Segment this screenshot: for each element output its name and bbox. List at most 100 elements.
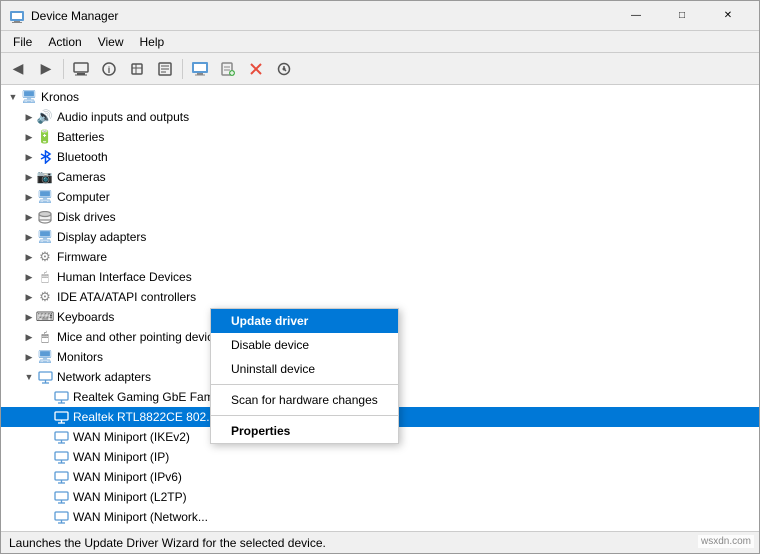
wan-ip-icon bbox=[53, 449, 69, 465]
menu-bar: File Action View Help bbox=[1, 31, 759, 53]
net-rtl-label: Realtek RTL8822CE 802.11... bbox=[73, 410, 232, 424]
batteries-icon: 🔋 bbox=[37, 129, 53, 145]
keyboards-icon: ⌨ bbox=[37, 309, 53, 325]
wan-ip-label: WAN Miniport (IP) bbox=[73, 450, 169, 464]
toolbar-sep2 bbox=[182, 59, 183, 79]
tree-item-ide[interactable]: ▶ ⚙ IDE ATA/ATAPI controllers bbox=[1, 287, 759, 307]
hid-expand[interactable]: ▶ bbox=[21, 269, 37, 285]
tree-item-batteries[interactable]: ▶ 🔋 Batteries bbox=[1, 127, 759, 147]
network-icon bbox=[37, 369, 53, 385]
tree-item-computer[interactable]: ▶ 🖥 Computer bbox=[1, 187, 759, 207]
wan-l2tp-label: WAN Miniport (L2TP) bbox=[73, 490, 187, 504]
status-text: Launches the Update Driver Wizard for th… bbox=[9, 536, 326, 550]
toolbar-sep1 bbox=[63, 59, 64, 79]
tree-item-audio[interactable]: ▶ 🔊 Audio inputs and outputs bbox=[1, 107, 759, 127]
toolbar-scan[interactable] bbox=[124, 56, 150, 82]
menu-help[interactable]: Help bbox=[132, 33, 173, 51]
tree-item-disk[interactable]: ▶ Disk drives bbox=[1, 207, 759, 227]
keyboards-label: Keyboards bbox=[57, 310, 114, 324]
tree-item-wan-ip[interactable]: ▶ WAN Miniport (IP) bbox=[1, 447, 759, 467]
wan-ipv6-label: WAN Miniport (IPv6) bbox=[73, 470, 182, 484]
toolbar-forward[interactable]: ▶ bbox=[33, 56, 59, 82]
firmware-expand[interactable]: ▶ bbox=[21, 249, 37, 265]
wan-l2tp-icon bbox=[53, 489, 69, 505]
toolbar-properties[interactable] bbox=[152, 56, 178, 82]
title-bar-icon bbox=[9, 8, 25, 24]
wan-ipv6-icon bbox=[53, 469, 69, 485]
toolbar: ◀ ▶ i bbox=[1, 53, 759, 85]
tree-root[interactable]: ▼ 🖥 Kronos bbox=[1, 87, 759, 107]
context-sep2 bbox=[211, 415, 398, 416]
tree-item-hid[interactable]: ▶ 🖱 Human Interface Devices bbox=[1, 267, 759, 287]
ide-expand[interactable]: ▶ bbox=[21, 289, 37, 305]
computer-icon: 🖥 bbox=[37, 189, 53, 205]
toolbar-monitor[interactable] bbox=[187, 56, 213, 82]
audio-label: Audio inputs and outputs bbox=[57, 110, 189, 124]
cameras-icon: 📷 bbox=[37, 169, 53, 185]
display-expand[interactable]: ▶ bbox=[21, 229, 37, 245]
menu-file[interactable]: File bbox=[5, 33, 40, 51]
tree-item-wan-network[interactable]: ▶ WAN Miniport (Network... bbox=[1, 507, 759, 527]
ide-label: IDE ATA/ATAPI controllers bbox=[57, 290, 196, 304]
tree-item-wan-ipv6[interactable]: ▶ WAN Miniport (IPv6) bbox=[1, 467, 759, 487]
mice-label: Mice and other pointing devices bbox=[57, 330, 226, 344]
disk-expand[interactable]: ▶ bbox=[21, 209, 37, 225]
batteries-label: Batteries bbox=[57, 130, 104, 144]
context-scan-changes[interactable]: Scan for hardware changes bbox=[211, 388, 398, 412]
network-expand[interactable]: ▼ bbox=[21, 369, 37, 385]
wan-network-icon bbox=[53, 509, 69, 525]
device-manager-window: Device Manager — □ ✕ File Action View He… bbox=[0, 0, 760, 554]
hid-icon: 🖱 bbox=[37, 269, 53, 285]
toolbar-info[interactable]: i bbox=[96, 56, 122, 82]
tree-item-firmware[interactable]: ▶ ⚙ Firmware bbox=[1, 247, 759, 267]
toolbar-update[interactable] bbox=[271, 56, 297, 82]
menu-view[interactable]: View bbox=[90, 33, 132, 51]
toolbar-add[interactable] bbox=[215, 56, 241, 82]
disk-label: Disk drives bbox=[57, 210, 116, 224]
cameras-label: Cameras bbox=[57, 170, 106, 184]
wan-network-label: WAN Miniport (Network... bbox=[73, 510, 208, 524]
computer-label: Computer bbox=[57, 190, 110, 204]
context-update-driver[interactable]: Update driver bbox=[211, 309, 398, 333]
status-bar: Launches the Update Driver Wizard for th… bbox=[1, 531, 759, 553]
context-uninstall-device[interactable]: Uninstall device bbox=[211, 357, 398, 381]
tree-item-display[interactable]: ▶ 🖥 Display adapters bbox=[1, 227, 759, 247]
bluetooth-label: Bluetooth bbox=[57, 150, 108, 164]
toolbar-computer[interactable] bbox=[68, 56, 94, 82]
audio-icon: 🔊 bbox=[37, 109, 53, 125]
net-gbe-icon bbox=[53, 389, 69, 405]
computer-expand[interactable]: ▶ bbox=[21, 189, 37, 205]
context-sep1 bbox=[211, 384, 398, 385]
watermark: wsxdn.com bbox=[698, 535, 754, 548]
toolbar-remove[interactable] bbox=[243, 56, 269, 82]
monitors-expand[interactable]: ▶ bbox=[21, 349, 37, 365]
disk-icon bbox=[37, 209, 53, 225]
tree-item-cameras[interactable]: ▶ 📷 Cameras bbox=[1, 167, 759, 187]
mice-expand[interactable]: ▶ bbox=[21, 329, 37, 345]
bluetooth-icon bbox=[37, 149, 53, 165]
bluetooth-expand[interactable]: ▶ bbox=[21, 149, 37, 165]
keyboards-expand[interactable]: ▶ bbox=[21, 309, 37, 325]
maximize-button[interactable]: □ bbox=[659, 1, 705, 31]
firmware-icon: ⚙ bbox=[37, 249, 53, 265]
toolbar-back[interactable]: ◀ bbox=[5, 56, 31, 82]
network-label: Network adapters bbox=[57, 370, 151, 384]
context-disable-device[interactable]: Disable device bbox=[211, 333, 398, 357]
close-button[interactable]: ✕ bbox=[705, 1, 751, 31]
monitors-icon: 🖥 bbox=[37, 349, 53, 365]
context-menu: Update driver Disable device Uninstall d… bbox=[210, 308, 399, 444]
tree-item-wan-l2tp[interactable]: ▶ WAN Miniport (L2TP) bbox=[1, 487, 759, 507]
cameras-expand[interactable]: ▶ bbox=[21, 169, 37, 185]
batteries-expand[interactable]: ▶ bbox=[21, 129, 37, 145]
wan-ikev2-label: WAN Miniport (IKEv2) bbox=[73, 430, 190, 444]
root-label: Kronos bbox=[41, 90, 79, 104]
mice-icon: 🖱 bbox=[37, 329, 53, 345]
root-expand[interactable]: ▼ bbox=[5, 89, 21, 105]
root-icon: 🖥 bbox=[21, 89, 37, 105]
svg-text:i: i bbox=[108, 65, 111, 75]
tree-item-bluetooth[interactable]: ▶ Bluetooth bbox=[1, 147, 759, 167]
menu-action[interactable]: Action bbox=[40, 33, 89, 51]
context-properties[interactable]: Properties bbox=[211, 419, 398, 443]
audio-expand[interactable]: ▶ bbox=[21, 109, 37, 125]
minimize-button[interactable]: — bbox=[613, 1, 659, 31]
